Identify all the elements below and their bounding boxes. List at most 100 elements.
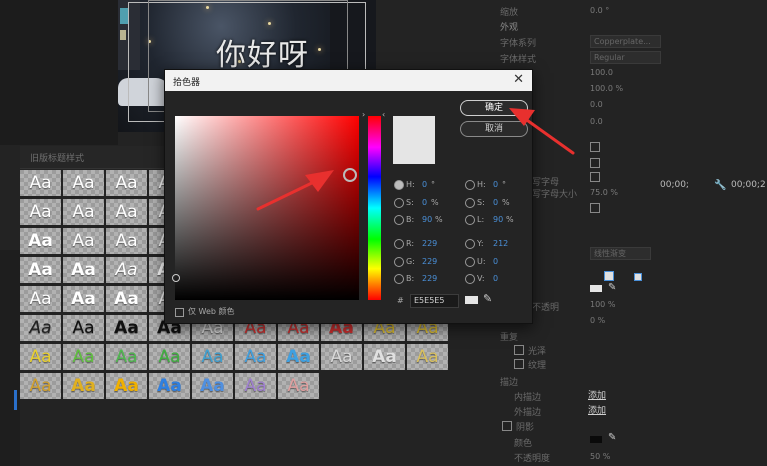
title-style-swatch[interactable]: Aa [278, 373, 319, 399]
fill-eyedropper-icon[interactable]: ✎ [608, 282, 616, 293]
wrench-icon[interactable]: 🔧 [714, 180, 726, 191]
web-colors-only-checkbox[interactable] [175, 308, 184, 317]
rgb-g-value[interactable]: 229 [422, 257, 437, 266]
fill-color-swatch[interactable] [590, 285, 602, 292]
checkbox-a[interactable] [590, 142, 600, 152]
title-style-swatch[interactable]: Aa [20, 170, 61, 196]
yuv-u-radio[interactable] [465, 257, 475, 267]
hex-input[interactable]: E5E5E5 [410, 294, 459, 308]
hsb-h-radio[interactable] [394, 180, 404, 190]
color-field-cursor[interactable] [343, 168, 357, 182]
title-style-swatch[interactable]: Aa [20, 199, 61, 225]
title-style-swatch[interactable]: Aa [321, 344, 362, 370]
hsl-s-radio[interactable] [465, 198, 475, 208]
texture-checkbox[interactable] [514, 359, 524, 369]
caps-checkbox[interactable] [590, 158, 600, 168]
kerning-value[interactable]: 0.0 [590, 117, 603, 126]
shadow-opacity-value[interactable]: 50 % [590, 452, 610, 461]
title-style-swatch[interactable]: Aa [63, 199, 104, 225]
ok-button[interactable]: 确定 [460, 100, 528, 116]
title-style-swatch[interactable]: Aa [192, 344, 233, 370]
title-style-swatch[interactable]: Aa [63, 228, 104, 254]
title-style-swatch[interactable]: Aa [63, 170, 104, 196]
title-style-swatch[interactable]: Aa [20, 228, 61, 254]
hsl-l-value[interactable]: 90 [493, 215, 503, 224]
title-style-swatch[interactable]: Aa [63, 315, 104, 341]
shadow-checkbox[interactable] [502, 421, 512, 431]
title-style-swatch[interactable]: Aa [20, 373, 61, 399]
fill-type-dropdown[interactable]: 线性渐变 [590, 247, 651, 260]
eyedropper-icon[interactable]: ✎ [483, 292, 492, 305]
underline-checkbox[interactable] [590, 203, 600, 213]
hsb-h-value[interactable]: 0 [422, 180, 427, 189]
font-size-value[interactable]: 100.0 [590, 68, 613, 77]
title-style-swatch[interactable]: Aa [192, 373, 233, 399]
yuv-v-value[interactable]: 0 [493, 274, 498, 283]
gradient-stop-right[interactable] [634, 273, 642, 281]
shadow-eyedropper-icon[interactable]: ✎ [608, 432, 616, 443]
rgb-r-radio[interactable] [394, 239, 404, 249]
prop-value-scale[interactable]: 0.0 ° [590, 6, 609, 15]
title-style-swatch[interactable]: Aa [106, 199, 147, 225]
title-style-swatch[interactable]: Aa [63, 373, 104, 399]
stroke-section[interactable]: 描边 [500, 375, 518, 388]
title-style-swatch[interactable]: Aa [106, 373, 147, 399]
yuv-v-radio[interactable] [465, 274, 475, 284]
small-caps-size-value[interactable]: 75.0 % [590, 188, 618, 197]
yuv-y-value[interactable]: 212 [493, 239, 508, 248]
title-style-swatch[interactable]: Aa [106, 257, 147, 283]
hue-slider-right-arrow-icon[interactable]: ‹ [382, 110, 385, 119]
aspect-value[interactable]: 100.0 % [590, 84, 623, 93]
repeat-section[interactable]: 重复 [500, 330, 518, 343]
font-family-dropdown[interactable]: Copperplate... [590, 35, 661, 48]
title-style-swatch[interactable]: Aa [149, 373, 190, 399]
title-style-swatch[interactable]: Aa [20, 286, 61, 312]
zero-pct-value[interactable]: 0 % [590, 316, 605, 325]
title-style-swatch[interactable]: Aa [278, 344, 319, 370]
saturation-brightness-field[interactable] [172, 116, 359, 300]
title-style-swatch[interactable]: Aa [106, 344, 147, 370]
hsl-l-radio[interactable] [465, 215, 475, 225]
close-icon[interactable]: ✕ [513, 72, 524, 87]
rgb-r-value[interactable]: 229 [422, 239, 437, 248]
add-outer-stroke-link[interactable]: 添加 [588, 403, 606, 416]
hsl-s-value[interactable]: 0 [493, 198, 498, 207]
cancel-button[interactable]: 取消 [460, 121, 528, 137]
hsl-h-radio[interactable] [465, 180, 475, 190]
title-style-swatch[interactable]: Aa [63, 344, 104, 370]
title-style-swatch[interactable]: Aa [106, 170, 147, 196]
title-style-swatch[interactable]: Aa [63, 257, 104, 283]
title-style-swatch[interactable]: Aa [235, 344, 276, 370]
hsb-s-value[interactable]: 0 [422, 198, 427, 207]
hsb-b-value[interactable]: 90 [422, 215, 432, 224]
rgb-b-value[interactable]: 229 [422, 274, 437, 283]
add-inner-stroke-link[interactable]: 添加 [588, 388, 606, 401]
title-style-swatch[interactable]: Aa [149, 344, 190, 370]
opacity-value[interactable]: 100 % [590, 300, 615, 309]
title-style-swatch[interactable]: Aa [235, 373, 276, 399]
gradient-stop-left[interactable] [604, 271, 614, 281]
prop-section-appearance[interactable]: 外观 [500, 20, 518, 33]
title-style-swatch[interactable]: Aa [106, 315, 147, 341]
shadow-color-swatch[interactable] [590, 436, 602, 443]
rgb-b-radio[interactable] [394, 274, 404, 284]
yuv-y-radio[interactable] [465, 239, 475, 249]
title-style-swatch[interactable]: Aa [364, 344, 405, 370]
title-style-swatch[interactable]: Aa [20, 315, 61, 341]
hue-slider-left-arrow-icon[interactable]: › [362, 110, 365, 119]
title-style-swatch[interactable]: Aa [63, 286, 104, 312]
hsb-s-radio[interactable] [394, 198, 404, 208]
preview-title-text[interactable]: 你好呀 [216, 30, 309, 74]
title-style-swatch[interactable]: Aa [106, 286, 147, 312]
sheen-checkbox[interactable] [514, 345, 524, 355]
title-style-swatch[interactable]: Aa [20, 257, 61, 283]
yuv-u-value[interactable]: 0 [493, 257, 498, 266]
all-caps-checkbox[interactable] [590, 172, 600, 182]
hsl-h-value[interactable]: 0 [493, 180, 498, 189]
hue-slider[interactable] [368, 116, 381, 300]
leading-value[interactable]: 0.0 [590, 100, 603, 109]
rgb-g-radio[interactable] [394, 257, 404, 267]
font-style-dropdown[interactable]: Regular [590, 51, 661, 64]
title-style-swatch[interactable]: Aa [407, 344, 448, 370]
title-style-swatch[interactable]: Aa [106, 228, 147, 254]
